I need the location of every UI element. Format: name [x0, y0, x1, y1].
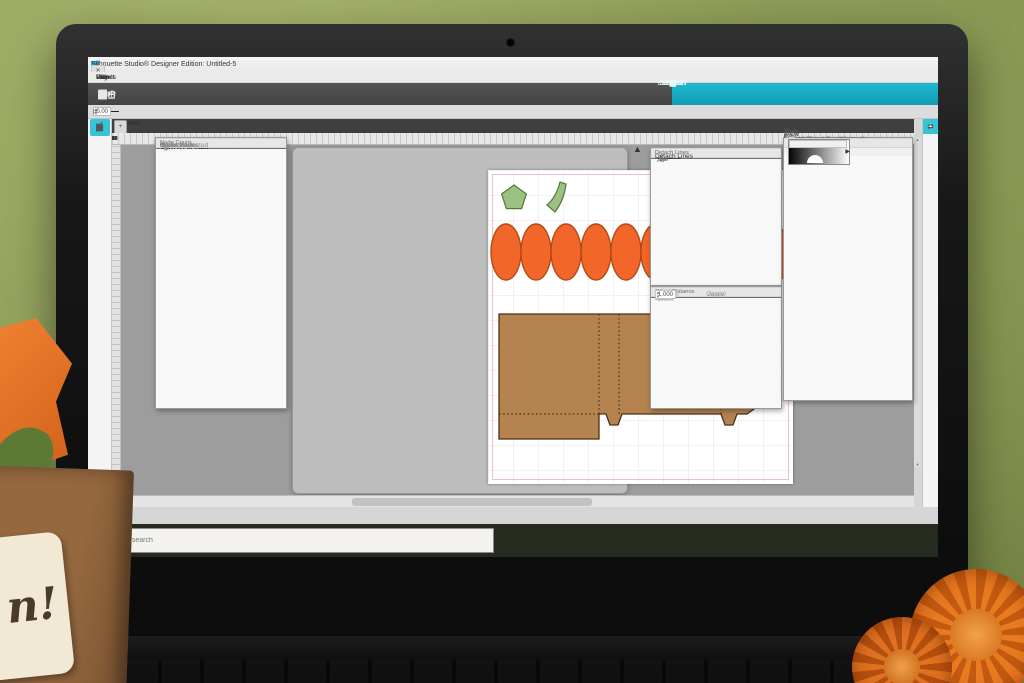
- taskbar-search[interactable]: [88, 528, 494, 553]
- vertical-ruler: [112, 145, 121, 507]
- apply-button[interactable]: Apply: [708, 291, 724, 298]
- menu-help[interactable]: Help: [96, 74, 109, 81]
- pumpkin-leaf-shape[interactable]: [502, 185, 527, 209]
- windows-taskbar: S○▦e✉▣▱◉▦W◎◗✶ 80°F Sunny ∧☁♪⇅⚐ 12:05 PM …: [88, 524, 938, 557]
- keyboard-keys: [120, 660, 910, 683]
- layers-tool[interactable]: ≣: [923, 119, 938, 134]
- ruler-label: 15: [112, 133, 118, 145]
- pumpkin-stem-shape[interactable]: [547, 182, 566, 212]
- horizontal-scrollbar[interactable]: [112, 495, 914, 507]
- line-weight-unit: pt: [93, 109, 98, 115]
- modify-panel: MODIFY Modify ❏Weld❐Subtract❒Subtract Al…: [650, 147, 782, 286]
- page-setup-panel: PAGE SETUP Options Show Grid Snap to Gri…: [783, 137, 913, 401]
- offset-panel: OFFSET Offset Offset Internal Offset Off…: [650, 286, 782, 409]
- detach-lines-button[interactable]: Detach Lines: [651, 148, 781, 164]
- menu-bar: FileEditViewPanelsObjectHelp: [88, 72, 938, 83]
- point-editing-panel: POINT EDITING Selected Point ✕Delete Poi…: [155, 137, 287, 409]
- bezier-nodes-item[interactable]: ∫Bezier nodes0: [156, 138, 286, 153]
- label-text: n!: [4, 577, 60, 633]
- count-value: 0: [160, 143, 166, 149]
- app-titlebar: Silhouette Studio® Designer Edition: Unt…: [88, 57, 938, 72]
- new-tab-button[interactable]: +: [114, 120, 127, 133]
- cutting-mat[interactable]: [292, 147, 628, 494]
- scene: Silhouette Studio® Designer Edition: Unt…: [0, 0, 1024, 683]
- scrollbar-thumb[interactable]: [352, 498, 592, 506]
- mat-arrow-icon: [633, 144, 642, 154]
- laptop-screen: Silhouette Studio® Designer Edition: Unt…: [88, 57, 938, 557]
- left-tool-strip: ↖∿⇱╱◇✏A▤◪✄✑: [88, 119, 112, 507]
- nav-bar: ▦DESIGN◕STORE▤LIBRARY☎SEND: [672, 83, 938, 105]
- window-title: Silhouette Studio® Designer Edition: Unt…: [91, 61, 236, 68]
- right-tool-strip: ▥▦◫❖≡■◐A↔✂❏★⇄∷≣: [922, 119, 938, 507]
- dropper-tool[interactable]: ✑: [90, 119, 110, 136]
- panel-scrollbar[interactable]: [914, 137, 921, 467]
- format-bar: ▾ ▾ ▾ 0.00 pt: [88, 105, 938, 119]
- fit-to-window-icon[interactable]: ⊞: [92, 88, 113, 101]
- webcam: [506, 38, 515, 47]
- nav-label: SEND: [663, 80, 683, 87]
- hex-input: [789, 140, 847, 148]
